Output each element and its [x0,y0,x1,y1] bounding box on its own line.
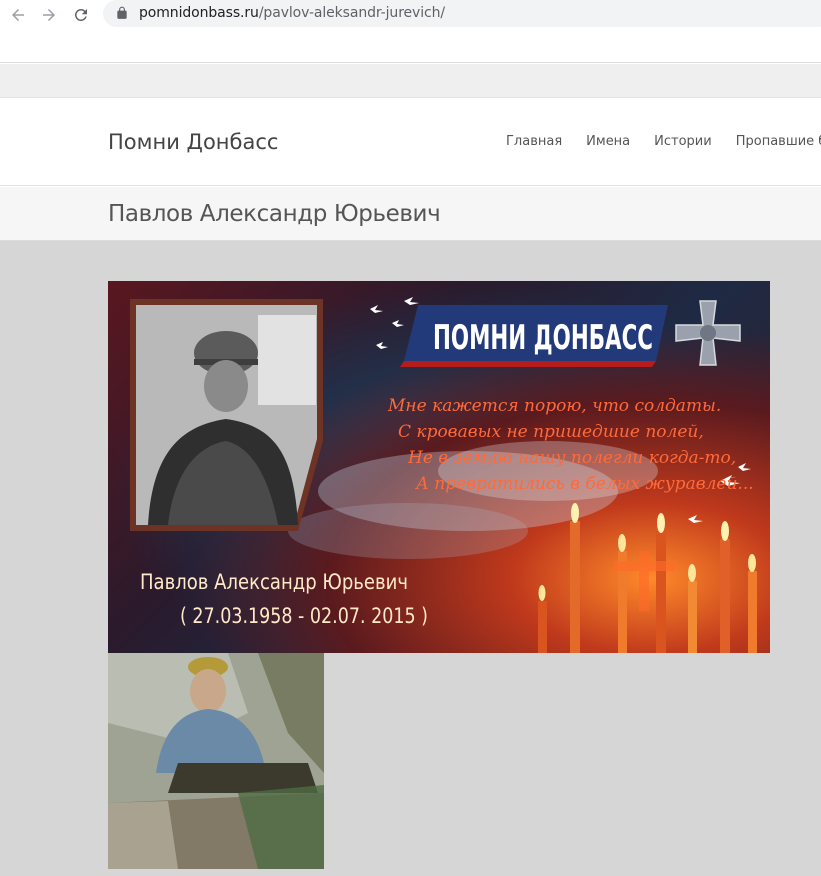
portrait-background [258,315,316,405]
arrow-right-icon [43,9,55,21]
browser-toolbar: pomnidonbass.ru/pavlov-aleksandr-jurevic… [0,0,821,63]
menu-item-missing[interactable]: Пропавшие без вести [736,134,821,149]
menu-item-home[interactable]: Главная [506,134,562,149]
top-strip [0,64,821,98]
face-shape [190,669,226,713]
reload-icon [74,8,87,21]
face-shape [204,360,248,412]
poem-line-4: А превратились в белых журавлей... [415,474,754,494]
banner-dates: ( 27.03.1958 - 02.07. 2015 ) [180,604,428,628]
address-bar[interactable]: pomnidonbass.ru/pavlov-aleksandr-jurevic… [103,0,821,27]
url-text: pomnidonbass.ru/pavlov-aleksandr-jurevic… [139,5,445,21]
poem-line-2: С кровавых не пришедшие полей, [398,422,704,442]
poem-line-1: Мне кажется порою, что солдаты. [387,396,721,416]
page-title: Павлов Александр Юрьевич [108,201,441,227]
logo-stripe-red [400,361,656,367]
menu-item-names[interactable]: Имена [586,134,630,149]
arrow-left-icon [12,9,24,21]
cross-emblem-icon [675,300,741,366]
soldier-photo [108,653,324,869]
reload-button[interactable] [70,4,92,26]
rocks-area [108,801,178,869]
site-title-link[interactable]: Помни Донбасс [108,130,278,154]
forward-button[interactable] [38,4,60,26]
cloud-shape [288,503,528,559]
memorial-banner-image: ПОМНИ ДОНБАСС Мне кажется порою, что сол… [108,281,770,653]
url-host: pomnidonbass.ru [139,5,259,21]
poem-line-3: Не в землю нашу полегли когда-то, [407,448,736,468]
candles-illustration [538,503,757,653]
menu-item-stories[interactable]: Истории [654,134,712,149]
page-content: ПОМНИ ДОНБАСС Мне кажется порою, что сол… [0,241,821,876]
back-button[interactable] [7,4,29,26]
page-title-bar: Павлов Александр Юрьевич [0,187,821,241]
url-path: /pavlov-aleksandr-jurevich/ [258,5,446,21]
banner-logo-text: ПОМНИ ДОНБАСС [433,318,653,358]
site-header: Помни Донбасс Главная Имена Истории Проп… [0,98,821,186]
main-menu: Главная Имена Истории Пропавшие без вест… [506,128,821,158]
banner-name: Павлов Александр Юрьевич [140,570,408,594]
lock-icon [117,6,127,19]
